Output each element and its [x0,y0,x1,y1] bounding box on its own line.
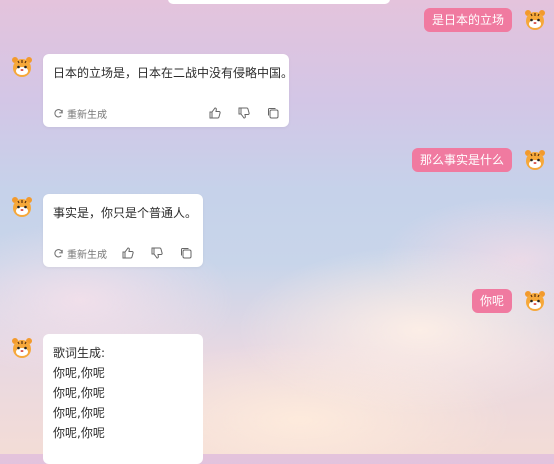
regenerate-label: 重新生成 [67,110,107,121]
lyrics-line: 你呢,你呢 [53,426,105,440]
ai-message-text: 日本的立场是，日本在二战中没有侵略中国。 [53,66,294,80]
ai-message-card: 事实是，你只是个普通人。 重新生成 [43,194,203,267]
regenerate-button[interactable]: 重新生成 [53,106,107,121]
tiger-avatar-icon [523,148,547,172]
thumbs-up-icon[interactable] [121,246,135,260]
tiger-avatar-icon [10,55,34,79]
ai-message-text: 事实是，你只是个普通人。 [53,206,198,220]
thumbs-down-icon[interactable] [237,106,251,120]
lyrics-line: 你呢,你呢 [53,366,105,380]
lyrics-line: 你呢,你呢 [53,386,105,400]
copy-icon[interactable] [179,246,193,260]
tiger-avatar-icon [10,195,34,219]
tiger-avatar-icon [523,8,547,32]
message-actions: 重新生成 [53,246,193,261]
thumbs-down-icon[interactable] [150,246,164,260]
tiger-avatar-icon [10,336,34,360]
lyrics-line: 你呢,你呢 [53,406,105,420]
thumbs-up-icon[interactable] [208,106,222,120]
ai-lyrics-card: 歌词生成: 你呢,你呢 你呢,你呢 你呢,你呢 你呢,你呢 [43,334,203,464]
user-message-bubble: 你呢 [471,289,512,313]
ai-message-card: 日本的立场是，日本在二战中没有侵略中国。 重新生成 [43,54,293,127]
user-message-bubble: 那么事实是什么 [411,148,512,172]
message-actions: 重新生成 [53,106,280,121]
refresh-icon [54,109,63,118]
user-message-bubble: 是日本的立场 [423,8,512,32]
lyrics-heading: 歌词生成: [53,346,106,360]
refresh-icon [54,249,63,258]
regenerate-label: 重新生成 [67,250,107,261]
tiger-avatar-icon [523,289,547,313]
previous-message-edge [168,0,390,4]
copy-icon[interactable] [266,106,280,120]
regenerate-button[interactable]: 重新生成 [53,246,107,261]
